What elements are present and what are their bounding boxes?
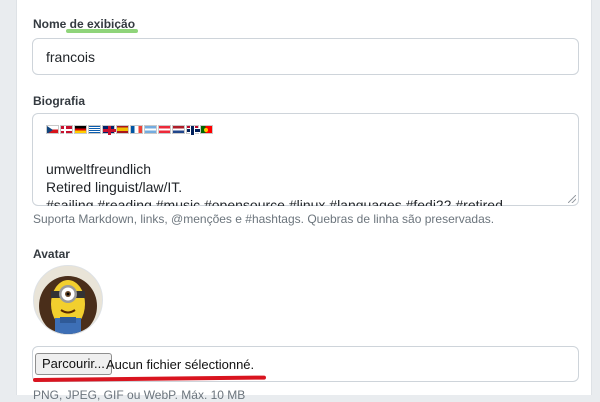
browse-button[interactable]: Parcourir... — [35, 353, 112, 375]
gb-flag-icon — [102, 125, 116, 135]
bio-label: Biografia — [33, 94, 86, 108]
avatar-label: Avatar — [33, 247, 70, 261]
nl-flag-icon — [172, 125, 185, 134]
gr-flag-icon — [88, 125, 101, 134]
avatar-image — [33, 265, 103, 335]
bio-help-text: Suporta Markdown, links, @menções e #has… — [33, 212, 495, 226]
bio-line: umweltfreundlich — [46, 161, 152, 177]
display-name-input[interactable]: francois — [32, 38, 579, 75]
bio-line: Retired linguist/law/IT. — [46, 179, 183, 195]
fr-flag-icon — [130, 125, 143, 134]
ar-flag-icon — [144, 125, 157, 134]
bio-line: #sailing #reading #music #opensource #li… — [46, 197, 503, 206]
flag-row — [46, 125, 213, 135]
highlight-underline — [66, 29, 138, 33]
bio-textarea[interactable]: umweltfreundlich Retired linguist/law/IT… — [32, 113, 579, 206]
file-help-text: PNG, JPEG, GIF ou WebP. Máx. 10 MB — [33, 388, 246, 402]
bio-content: umweltfreundlich Retired linguist/law/IT… — [33, 114, 578, 206]
de-flag-icon — [74, 125, 87, 134]
pt-flag-icon — [200, 125, 213, 134]
cz-flag-icon — [46, 125, 59, 134]
file-status: Aucun fichier sélectionné. — [106, 357, 255, 372]
resize-handle-icon[interactable] — [568, 195, 576, 203]
es-flag-icon — [116, 125, 129, 134]
display-name-value: francois — [46, 49, 96, 65]
at-flag-icon — [158, 125, 171, 134]
no-flag-icon — [186, 125, 200, 135]
dk-flag-icon — [60, 125, 73, 135]
